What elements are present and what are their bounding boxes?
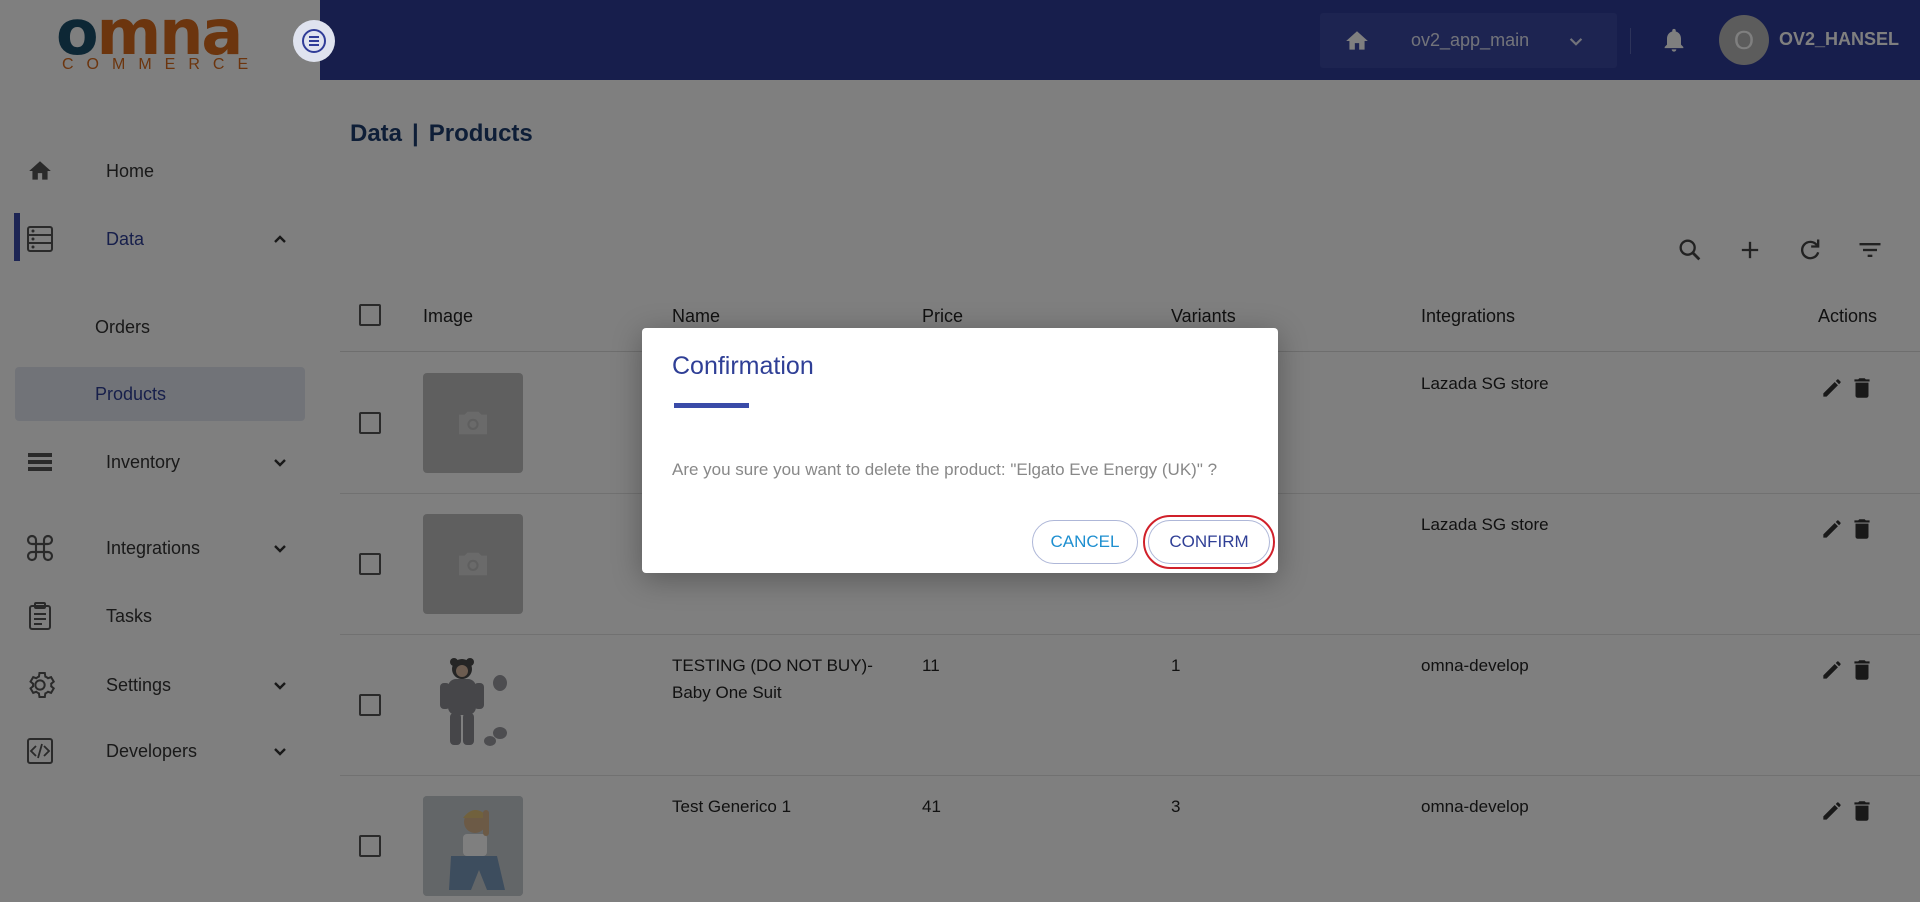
confirmation-dialog: Confirmation Are you sure you want to de… [642,328,1278,573]
title-underline [674,403,749,408]
menu-toggle-button[interactable] [293,20,335,62]
dialog-title: Confirmation [672,352,814,380]
hamburger-icon [302,29,326,53]
cancel-button[interactable]: CANCEL [1032,520,1138,564]
dialog-message: Are you sure you want to delete the prod… [672,460,1218,479]
confirm-button[interactable]: CONFIRM [1143,515,1275,569]
